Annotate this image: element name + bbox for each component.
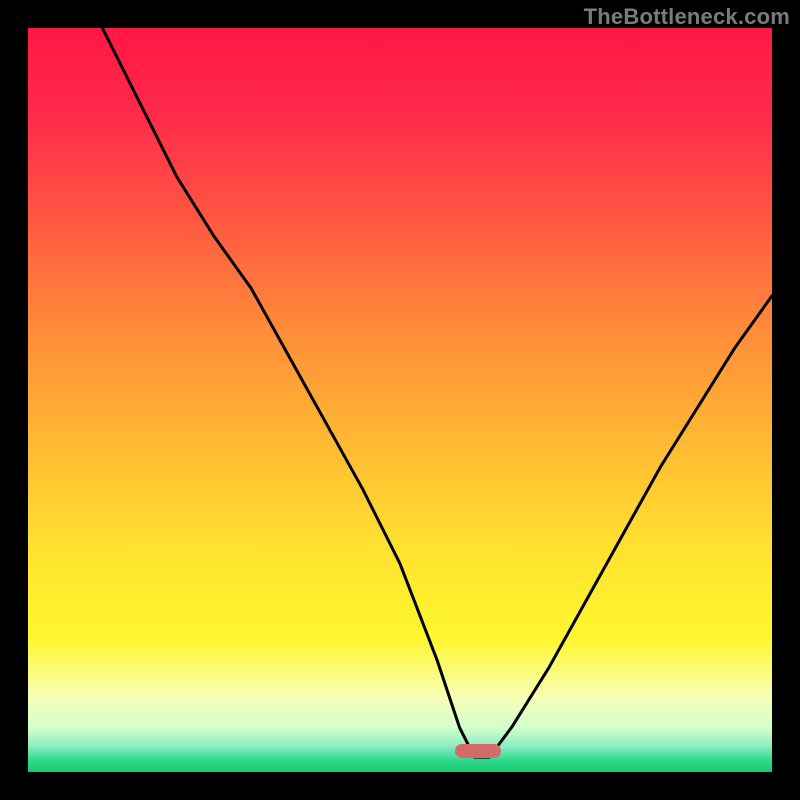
plot-area — [28, 28, 772, 772]
chart-frame: TheBottleneck.com — [0, 0, 800, 800]
watermark-text: TheBottleneck.com — [584, 4, 790, 30]
background-gradient — [28, 28, 772, 772]
